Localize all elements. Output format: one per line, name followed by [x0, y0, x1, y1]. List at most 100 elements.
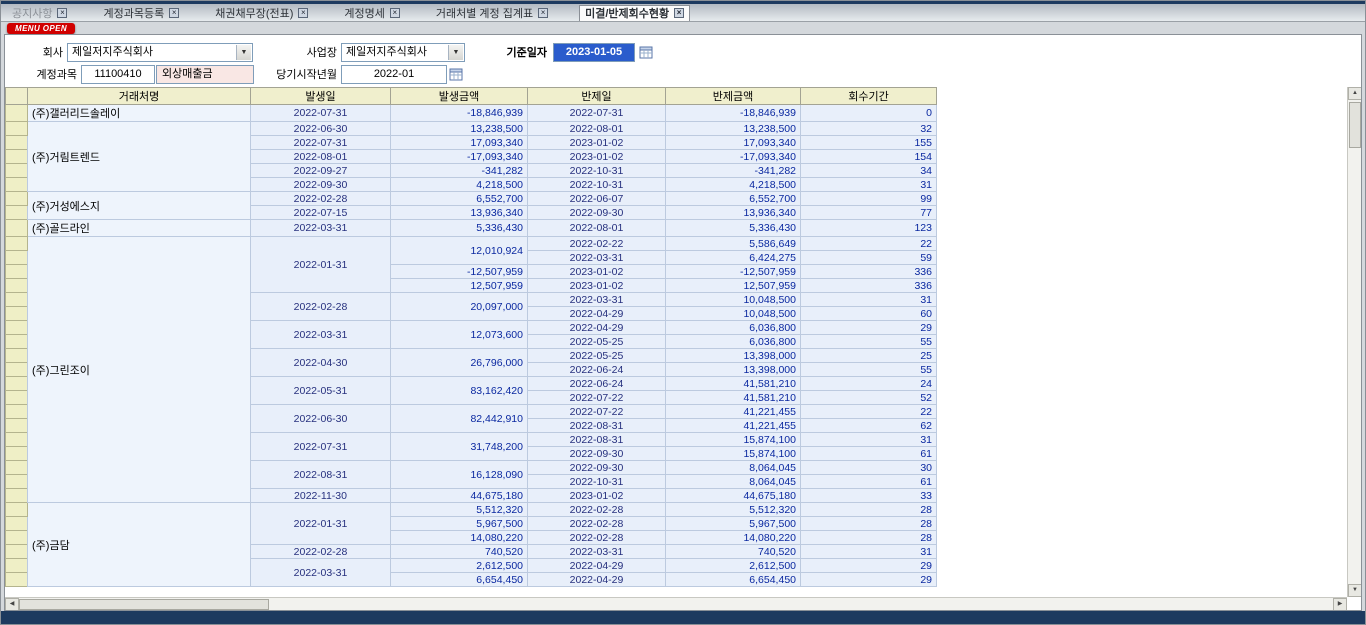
row-selector[interactable]: [6, 475, 28, 489]
row-selector[interactable]: [6, 105, 28, 122]
row-selector[interactable]: [6, 363, 28, 377]
settle-amount-cell[interactable]: -17,093,340: [666, 150, 801, 164]
row-selector[interactable]: [6, 136, 28, 150]
row-selector[interactable]: [6, 377, 28, 391]
collect-days-cell[interactable]: 28: [801, 517, 937, 531]
occur-amount-cell[interactable]: 14,080,220: [391, 531, 528, 545]
occur-amount-cell[interactable]: 16,128,090: [391, 461, 528, 489]
settle-date-cell[interactable]: 2022-09-30: [528, 206, 666, 220]
settle-amount-cell[interactable]: 6,036,800: [666, 335, 801, 349]
calendar-icon[interactable]: [449, 67, 465, 83]
row-selector[interactable]: [6, 559, 28, 573]
settle-date-cell[interactable]: 2023-01-02: [528, 150, 666, 164]
settle-amount-cell[interactable]: 13,936,340: [666, 206, 801, 220]
customer-cell[interactable]: (주)갤러리드솔레이: [28, 105, 251, 122]
occur-date-cell[interactable]: 2022-09-27: [251, 164, 391, 178]
collect-days-cell[interactable]: 61: [801, 447, 937, 461]
occur-amount-cell[interactable]: 31,748,200: [391, 433, 528, 461]
settle-amount-cell[interactable]: 5,586,649: [666, 237, 801, 251]
collect-days-cell[interactable]: 336: [801, 265, 937, 279]
tab-close-icon[interactable]: ×: [674, 8, 684, 18]
settle-date-cell[interactable]: 2022-02-28: [528, 531, 666, 545]
collect-days-cell[interactable]: 55: [801, 335, 937, 349]
collect-days-cell[interactable]: 34: [801, 164, 937, 178]
settle-amount-cell[interactable]: 5,967,500: [666, 517, 801, 531]
company-select[interactable]: 제일저지주식회사 ▼: [67, 43, 253, 62]
collect-days-cell[interactable]: 123: [801, 220, 937, 237]
scroll-up-icon[interactable]: ▲: [1348, 87, 1362, 100]
occur-amount-cell[interactable]: 12,010,924: [391, 237, 528, 265]
tab-close-icon[interactable]: ×: [390, 8, 400, 18]
collect-days-cell[interactable]: 32: [801, 122, 937, 136]
row-selector[interactable]: [6, 265, 28, 279]
scroll-left-icon[interactable]: ◀: [5, 598, 19, 611]
settle-date-cell[interactable]: 2022-04-29: [528, 573, 666, 587]
occur-date-cell[interactable]: 2022-06-30: [251, 122, 391, 136]
settle-date-cell[interactable]: 2022-05-25: [528, 349, 666, 363]
settle-amount-cell[interactable]: 5,336,430: [666, 220, 801, 237]
settle-date-cell[interactable]: 2022-06-24: [528, 377, 666, 391]
occur-date-cell[interactable]: 2022-03-31: [251, 220, 391, 237]
occur-date-cell[interactable]: 2022-08-01: [251, 150, 391, 164]
account-code-input[interactable]: 11100410: [81, 65, 155, 84]
settle-date-cell[interactable]: 2022-07-22: [528, 405, 666, 419]
settle-amount-cell[interactable]: -12,507,959: [666, 265, 801, 279]
occur-date-cell[interactable]: 2022-04-30: [251, 349, 391, 377]
occur-date-cell[interactable]: 2022-02-28: [251, 545, 391, 559]
settle-date-cell[interactable]: 2022-10-31: [528, 475, 666, 489]
settle-amount-cell[interactable]: 44,675,180: [666, 489, 801, 503]
occur-amount-cell[interactable]: 26,796,000: [391, 349, 528, 377]
occur-amount-cell[interactable]: -17,093,340: [391, 150, 528, 164]
row-selector[interactable]: [6, 503, 28, 517]
tab-close-icon[interactable]: ×: [57, 8, 67, 18]
tab-3[interactable]: 계정명세×: [339, 5, 404, 21]
row-selector[interactable]: [6, 293, 28, 307]
settle-date-cell[interactable]: 2022-04-29: [528, 321, 666, 335]
settle-amount-cell[interactable]: -18,846,939: [666, 105, 801, 122]
scroll-down-icon[interactable]: ▼: [1348, 584, 1362, 597]
settle-amount-cell[interactable]: 41,221,455: [666, 419, 801, 433]
row-selector[interactable]: [6, 545, 28, 559]
occur-date-cell[interactable]: 2022-11-30: [251, 489, 391, 503]
customer-cell[interactable]: (주)거림트렌드: [28, 122, 251, 192]
collect-days-cell[interactable]: 62: [801, 419, 937, 433]
occur-amount-cell[interactable]: -12,507,959: [391, 265, 528, 279]
row-selector[interactable]: [6, 517, 28, 531]
row-selector[interactable]: [6, 489, 28, 503]
collect-days-cell[interactable]: 31: [801, 433, 937, 447]
occur-date-cell[interactable]: 2022-01-31: [251, 237, 391, 293]
settle-amount-cell[interactable]: 5,512,320: [666, 503, 801, 517]
occur-date-cell[interactable]: 2022-07-15: [251, 206, 391, 220]
customer-cell[interactable]: (주)그린조이: [28, 237, 251, 503]
tab-close-icon[interactable]: ×: [298, 8, 308, 18]
row-selector[interactable]: [6, 573, 28, 587]
tab-close-icon[interactable]: ×: [538, 8, 548, 18]
collect-days-cell[interactable]: 31: [801, 293, 937, 307]
row-selector[interactable]: [6, 349, 28, 363]
settle-date-cell[interactable]: 2023-01-02: [528, 489, 666, 503]
settle-amount-cell[interactable]: 17,093,340: [666, 136, 801, 150]
settle-date-cell[interactable]: 2022-08-31: [528, 419, 666, 433]
settle-amount-cell[interactable]: 740,520: [666, 545, 801, 559]
settle-date-cell[interactable]: 2022-03-31: [528, 293, 666, 307]
customer-cell[interactable]: (주)거성에스지: [28, 192, 251, 220]
occur-amount-cell[interactable]: 44,675,180: [391, 489, 528, 503]
settle-amount-cell[interactable]: 8,064,045: [666, 461, 801, 475]
collect-days-cell[interactable]: 154: [801, 150, 937, 164]
row-selector[interactable]: [6, 405, 28, 419]
vertical-scroll-thumb[interactable]: [1349, 102, 1361, 148]
occur-amount-cell[interactable]: 740,520: [391, 545, 528, 559]
settle-amount-cell[interactable]: 13,238,500: [666, 122, 801, 136]
occur-amount-cell[interactable]: 13,936,340: [391, 206, 528, 220]
customer-cell[interactable]: (주)금담: [28, 503, 251, 587]
collect-days-cell[interactable]: 55: [801, 363, 937, 377]
settle-amount-cell[interactable]: 6,654,450: [666, 573, 801, 587]
settle-amount-cell[interactable]: 10,048,500: [666, 293, 801, 307]
settle-date-cell[interactable]: 2022-03-31: [528, 251, 666, 265]
tab-2[interactable]: 채권채무장(전표)×: [210, 5, 313, 21]
occur-amount-cell[interactable]: 4,218,500: [391, 178, 528, 192]
row-selector[interactable]: [6, 419, 28, 433]
occur-amount-cell[interactable]: 2,612,500: [391, 559, 528, 573]
row-selector[interactable]: [6, 433, 28, 447]
collect-days-cell[interactable]: 0: [801, 105, 937, 122]
